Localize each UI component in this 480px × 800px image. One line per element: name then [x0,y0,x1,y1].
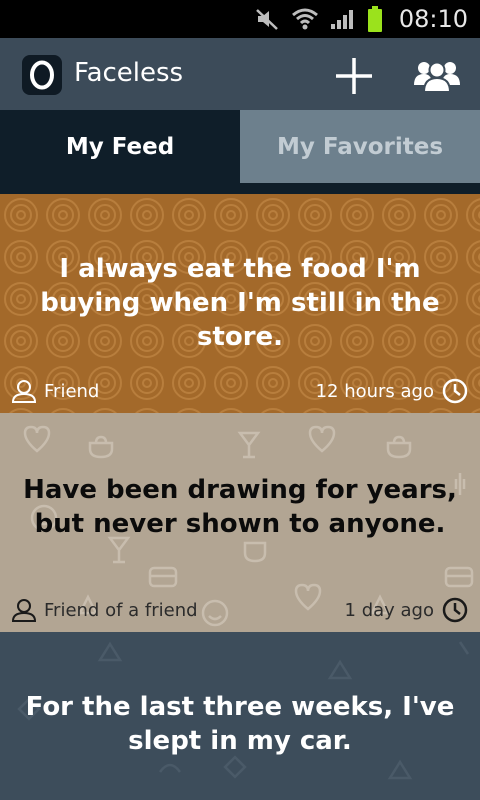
battery-icon [367,6,382,32]
post-author: Friend of a friend [44,599,198,621]
tab-my-feed[interactable]: My Feed [0,110,240,183]
post-text: For the last three weeks, I've slept in … [25,692,455,756]
status-time: 08:10 [398,5,468,33]
app-title: Faceless [74,58,184,88]
clock-icon [442,378,468,404]
post-card[interactable]: I always eat the food I'm buying when I'… [0,194,480,413]
add-icon[interactable] [334,56,374,96]
post-card[interactable]: Have been drawing for years, but never s… [0,413,480,632]
post-time: 12 hours ago [315,380,434,402]
clock-icon [442,597,468,623]
tab-my-favorites-label: My Favorites [276,133,444,160]
person-icon [12,599,36,622]
tab-divider [0,183,480,194]
wifi-icon [291,8,318,30]
tab-my-favorites[interactable]: My Favorites [240,110,480,183]
action-bar: Faceless [0,38,480,110]
person-icon [12,380,36,403]
post-time: 1 day ago [344,599,434,621]
status-bar: 08:10 [0,0,480,38]
post-card[interactable]: For the last three weeks, I've slept in … [0,632,480,800]
friends-icon[interactable] [414,57,460,93]
tab-bar: My Feed My Favorites [0,110,480,183]
post-text: Have been drawing for years, but never s… [23,475,457,539]
signal-icon [330,10,353,29]
post-meta: Friend 12 hours ago [12,377,468,405]
post-meta: Friend of a friend 1 day ago [12,596,468,624]
post-author: Friend [44,380,100,402]
app-logo-icon[interactable] [22,55,62,95]
mute-icon [255,9,278,30]
post-text: I always eat the food I'm buying when I'… [40,254,440,352]
tab-my-feed-label: My Feed [65,133,175,160]
